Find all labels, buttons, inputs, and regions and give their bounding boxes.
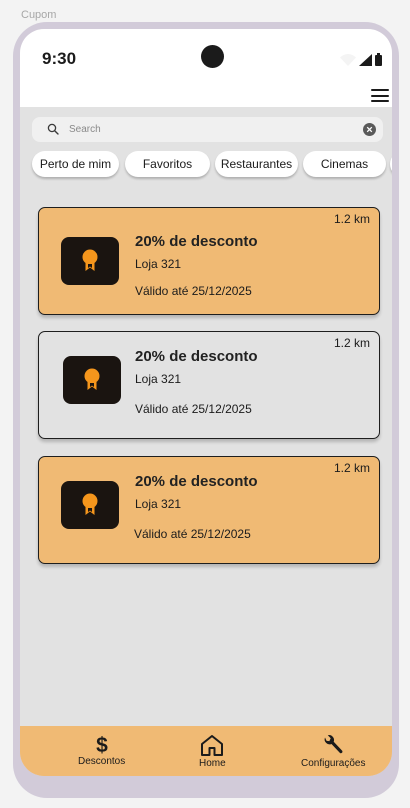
- home-icon: [200, 734, 224, 756]
- award-icon: [84, 368, 100, 390]
- chip-cinemas[interactable]: Cinemas: [303, 151, 386, 177]
- nav-descontos-label: Descontos: [78, 756, 126, 767]
- award-icon: [82, 249, 98, 271]
- clear-icon[interactable]: [363, 123, 376, 136]
- nav-configuracoes[interactable]: Configurações: [301, 734, 365, 769]
- coupon-badge: [61, 237, 119, 285]
- nav-home[interactable]: Home: [199, 734, 226, 769]
- coupon-title: 20% de desconto: [135, 473, 258, 490]
- svg-text:$: $: [96, 734, 108, 756]
- chip-overflow[interactable]: [390, 151, 392, 177]
- coupon-distance: 1.2 km: [333, 461, 370, 475]
- coupon-card[interactable]: 1.2 km 20% de desconto Loja 321 Válido a…: [38, 331, 380, 439]
- signal-icon: [359, 54, 372, 66]
- coupon-distance: 1.2 km: [333, 212, 370, 226]
- wifi-icon: [340, 54, 356, 66]
- dollar-icon: $: [94, 734, 110, 756]
- coupon-card[interactable]: 1.2 km 20% de desconto Loja 321 Válido a…: [38, 456, 380, 564]
- coupon-badge: [63, 356, 121, 404]
- coupon-validity: Válido até 25/12/2025: [135, 402, 252, 416]
- nav-descontos[interactable]: $ Descontos: [78, 734, 125, 767]
- chip-favoritos[interactable]: Favoritos: [125, 151, 210, 177]
- coupon-card[interactable]: 1.2 km 20% de desconto Loja 321 Válido a…: [38, 207, 380, 315]
- bottom-nav: $ Descontos Home Configurações: [20, 726, 392, 776]
- chip-restaurantes[interactable]: Restaurantes: [215, 151, 298, 177]
- wrench-icon: [322, 734, 344, 756]
- chip-perto-de-mim[interactable]: Perto de mim: [32, 151, 119, 177]
- coupon-validity: Válido até 25/12/2025: [134, 527, 251, 541]
- coupon-validity: Válido até 25/12/2025: [135, 284, 252, 298]
- status-icons: [340, 53, 382, 66]
- search-icon: [47, 123, 59, 135]
- nav-configuracoes-label: Configurações: [301, 758, 366, 769]
- coupon-store: Loja 321: [135, 257, 182, 271]
- status-time: 9:30: [42, 49, 77, 68]
- frame-label: Cupom: [21, 9, 57, 21]
- phone-screen: 9:30 Perto d: [20, 29, 392, 776]
- coupon-title: 20% de desconto: [135, 348, 258, 365]
- coupon-distance: 1.2 km: [333, 336, 370, 350]
- battery-icon: [375, 53, 382, 66]
- menu-icon[interactable]: [371, 89, 389, 103]
- status-bar: 9:30: [20, 29, 392, 107]
- nav-home-label: Home: [199, 758, 226, 769]
- coupon-badge: [61, 481, 119, 529]
- category-chips: Perto de mim Favoritos Restaurantes Cine…: [20, 151, 392, 181]
- camera-notch: [201, 45, 224, 68]
- coupon-title: 20% de desconto: [135, 233, 258, 250]
- coupon-store: Loja 321: [135, 497, 182, 511]
- search-input[interactable]: [69, 121, 349, 138]
- search-bar: [32, 117, 383, 142]
- coupon-store: Loja 321: [135, 372, 182, 386]
- award-icon: [82, 493, 98, 515]
